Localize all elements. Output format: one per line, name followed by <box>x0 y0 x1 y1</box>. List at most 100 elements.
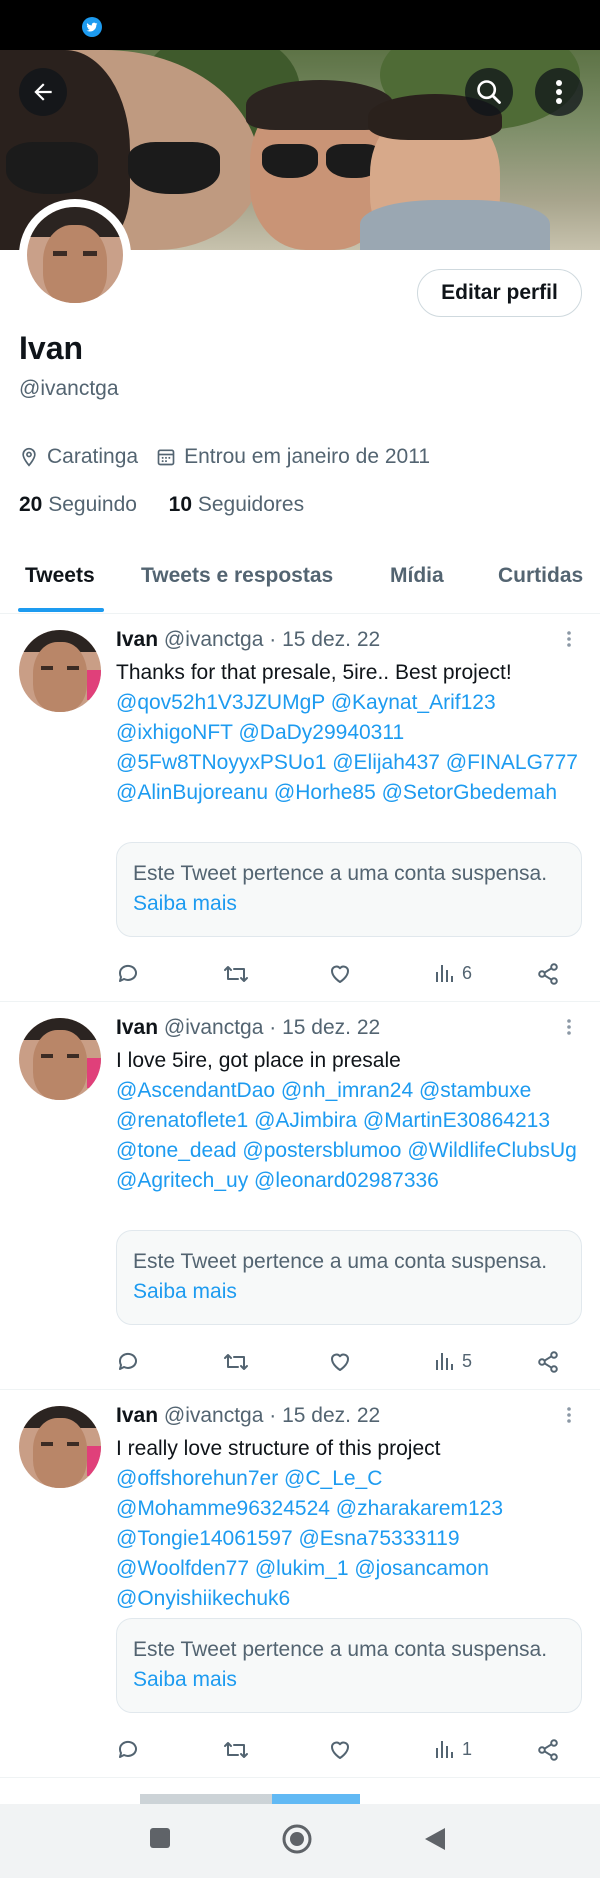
suspended-notice: Este Tweet pertence a uma conta suspensa… <box>116 842 582 937</box>
calendar-icon <box>157 449 175 466</box>
more-options-button[interactable] <box>535 68 583 116</box>
tweet-actions: 6 <box>116 962 576 992</box>
more-vertical-icon <box>567 1019 571 1035</box>
tweet[interactable]: Ivan @ivanctga · 15 dez. 22 I really lov… <box>0 1390 600 1778</box>
like-button[interactable] <box>328 1350 352 1374</box>
following-label: Seguindo <box>48 493 137 516</box>
like-button[interactable] <box>328 1738 352 1762</box>
search-icon <box>477 80 501 104</box>
heart-icon <box>331 1741 349 1759</box>
tweet-author-name: Ivan <box>116 1016 159 1039</box>
back-button[interactable] <box>19 68 67 116</box>
tweet-more-button[interactable] <box>566 1406 572 1429</box>
back-arrow-icon <box>34 83 52 101</box>
share-button[interactable] <box>536 962 560 986</box>
profile-location: Caratinga <box>47 445 139 468</box>
profile-avatar[interactable] <box>19 199 131 311</box>
tweet-author-handle: @ivanctga <box>163 1404 264 1427</box>
tweet-date: · 15 dez. 22 <box>269 1016 381 1039</box>
reply-icon <box>118 1352 137 1370</box>
tweet-mentions[interactable]: @AscendantDao @nh_imran24 @stambuxe @ren… <box>116 1079 577 1192</box>
learn-more-link[interactable]: Saiba mais <box>133 892 237 915</box>
suspended-notice-text: Este Tweet pertence a uma conta suspensa… <box>133 1250 548 1273</box>
tweet-author-name: Ivan <box>116 1404 159 1427</box>
learn-more-link[interactable]: Saiba mais <box>133 1280 237 1303</box>
recents-button[interactable] <box>148 1826 172 1855</box>
tab-likes[interactable]: Curtidas <box>498 564 583 588</box>
tweet-text: I love 5ire, got place in presale @Ascen… <box>116 1046 586 1196</box>
suspended-notice-text: Este Tweet pertence a uma conta suspensa… <box>133 1638 548 1661</box>
tweet-date: · 15 dez. 22 <box>269 628 381 651</box>
following-count: 20 <box>19 493 43 516</box>
followers-count: 10 <box>168 493 192 516</box>
tweet-more-button[interactable] <box>566 630 572 653</box>
system-back-button[interactable] <box>423 1826 447 1857</box>
tweet-more-button[interactable] <box>566 1018 572 1041</box>
followers-link[interactable]: 10 Seguidores <box>169 493 304 516</box>
tweet-author-name: Ivan <box>116 628 159 651</box>
profile-joined: Entrou em janeiro de 2011 <box>184 445 431 468</box>
tweet-avatar[interactable] <box>19 630 101 712</box>
learn-more-link[interactable]: Saiba mais <box>133 1668 237 1691</box>
share-button[interactable] <box>536 1738 560 1762</box>
circle-home-icon <box>282 1824 312 1854</box>
tab-media[interactable]: Mídia <box>390 564 444 588</box>
location-pin-icon <box>22 447 36 467</box>
profile-meta: Caratinga Entrou em janeiro de 2011 <box>19 445 448 469</box>
edit-profile-button[interactable]: Editar perfil <box>417 269 582 317</box>
views-bar-icon <box>436 1353 453 1370</box>
heart-icon <box>331 965 349 983</box>
tweet-mentions[interactable]: @offshorehun7er @C_Le_C @Mohamme96324524… <box>116 1467 503 1610</box>
tweet[interactable]: Ivan @ivanctga · 15 dez. 22 Thanks for t… <box>0 614 600 1002</box>
views-button[interactable]: 5 <box>434 1350 472 1372</box>
next-tweet-peek <box>0 1782 600 1804</box>
retweet-button[interactable] <box>222 962 250 986</box>
suspended-notice-text: Este Tweet pertence a uma conta suspensa… <box>133 862 548 885</box>
views-button[interactable]: 6 <box>434 962 472 984</box>
reply-button[interactable] <box>116 1738 140 1762</box>
retweet-icon <box>224 966 248 982</box>
square-recents-icon <box>150 1828 170 1848</box>
views-bar-icon <box>436 1741 453 1758</box>
tab-tweets[interactable]: Tweets <box>25 564 95 588</box>
tweet[interactable]: Ivan @ivanctga · 15 dez. 22 I love 5ire,… <box>0 1002 600 1390</box>
views-bar-icon <box>436 965 453 982</box>
retweet-icon <box>224 1742 248 1758</box>
reply-icon <box>118 1740 137 1758</box>
tab-tweets-and-replies[interactable]: Tweets e respostas <box>141 564 333 588</box>
retweet-button[interactable] <box>222 1738 250 1762</box>
tweet-author-handle: @ivanctga <box>163 628 264 651</box>
heart-icon <box>331 1353 349 1371</box>
triangle-back-icon <box>425 1828 445 1850</box>
home-button[interactable] <box>281 1823 313 1860</box>
tweet-author-handle: @ivanctga <box>163 1016 264 1039</box>
tweet-text: I really love structure of this project … <box>116 1434 586 1614</box>
like-button[interactable] <box>328 962 352 986</box>
reply-button[interactable] <box>116 962 140 986</box>
share-icon <box>538 1351 558 1373</box>
following-link[interactable]: 20 Seguindo <box>19 493 137 516</box>
tweet-avatar[interactable] <box>19 1018 101 1100</box>
tweet-date: · 15 dez. 22 <box>269 1404 381 1427</box>
followers-label: Seguidores <box>197 493 305 516</box>
suspended-notice: Este Tweet pertence a uma conta suspensa… <box>116 1230 582 1325</box>
follow-stats: 20 Seguindo 10 Seguidores <box>19 493 304 517</box>
retweet-button[interactable] <box>222 1350 250 1374</box>
tweet-avatar[interactable] <box>19 1406 101 1488</box>
reply-button[interactable] <box>116 1350 140 1374</box>
more-vertical-icon <box>556 80 562 104</box>
views-count: 5 <box>462 1350 473 1371</box>
suspended-notice: Este Tweet pertence a uma conta suspensa… <box>116 1618 582 1713</box>
search-button[interactable] <box>465 68 513 116</box>
tweet-header: Ivan @ivanctga · 15 dez. 22 <box>116 1016 380 1040</box>
status-bar <box>0 0 600 50</box>
views-count: 6 <box>462 962 473 983</box>
views-button[interactable]: 1 <box>434 1738 472 1760</box>
share-button[interactable] <box>536 1350 560 1374</box>
tweet-mentions[interactable]: @qov52h1V3JZUMgP @Kaynat_Arif123 @ixhigo… <box>116 691 578 804</box>
profile-handle: @ivanctga <box>19 377 119 400</box>
tweet-body: I love 5ire, got place in presale <box>116 1049 401 1072</box>
twitter-bird-icon <box>82 17 102 37</box>
tweet-text: Thanks for that presale, 5ire.. Best pro… <box>116 658 586 808</box>
active-tab-indicator <box>18 608 104 612</box>
